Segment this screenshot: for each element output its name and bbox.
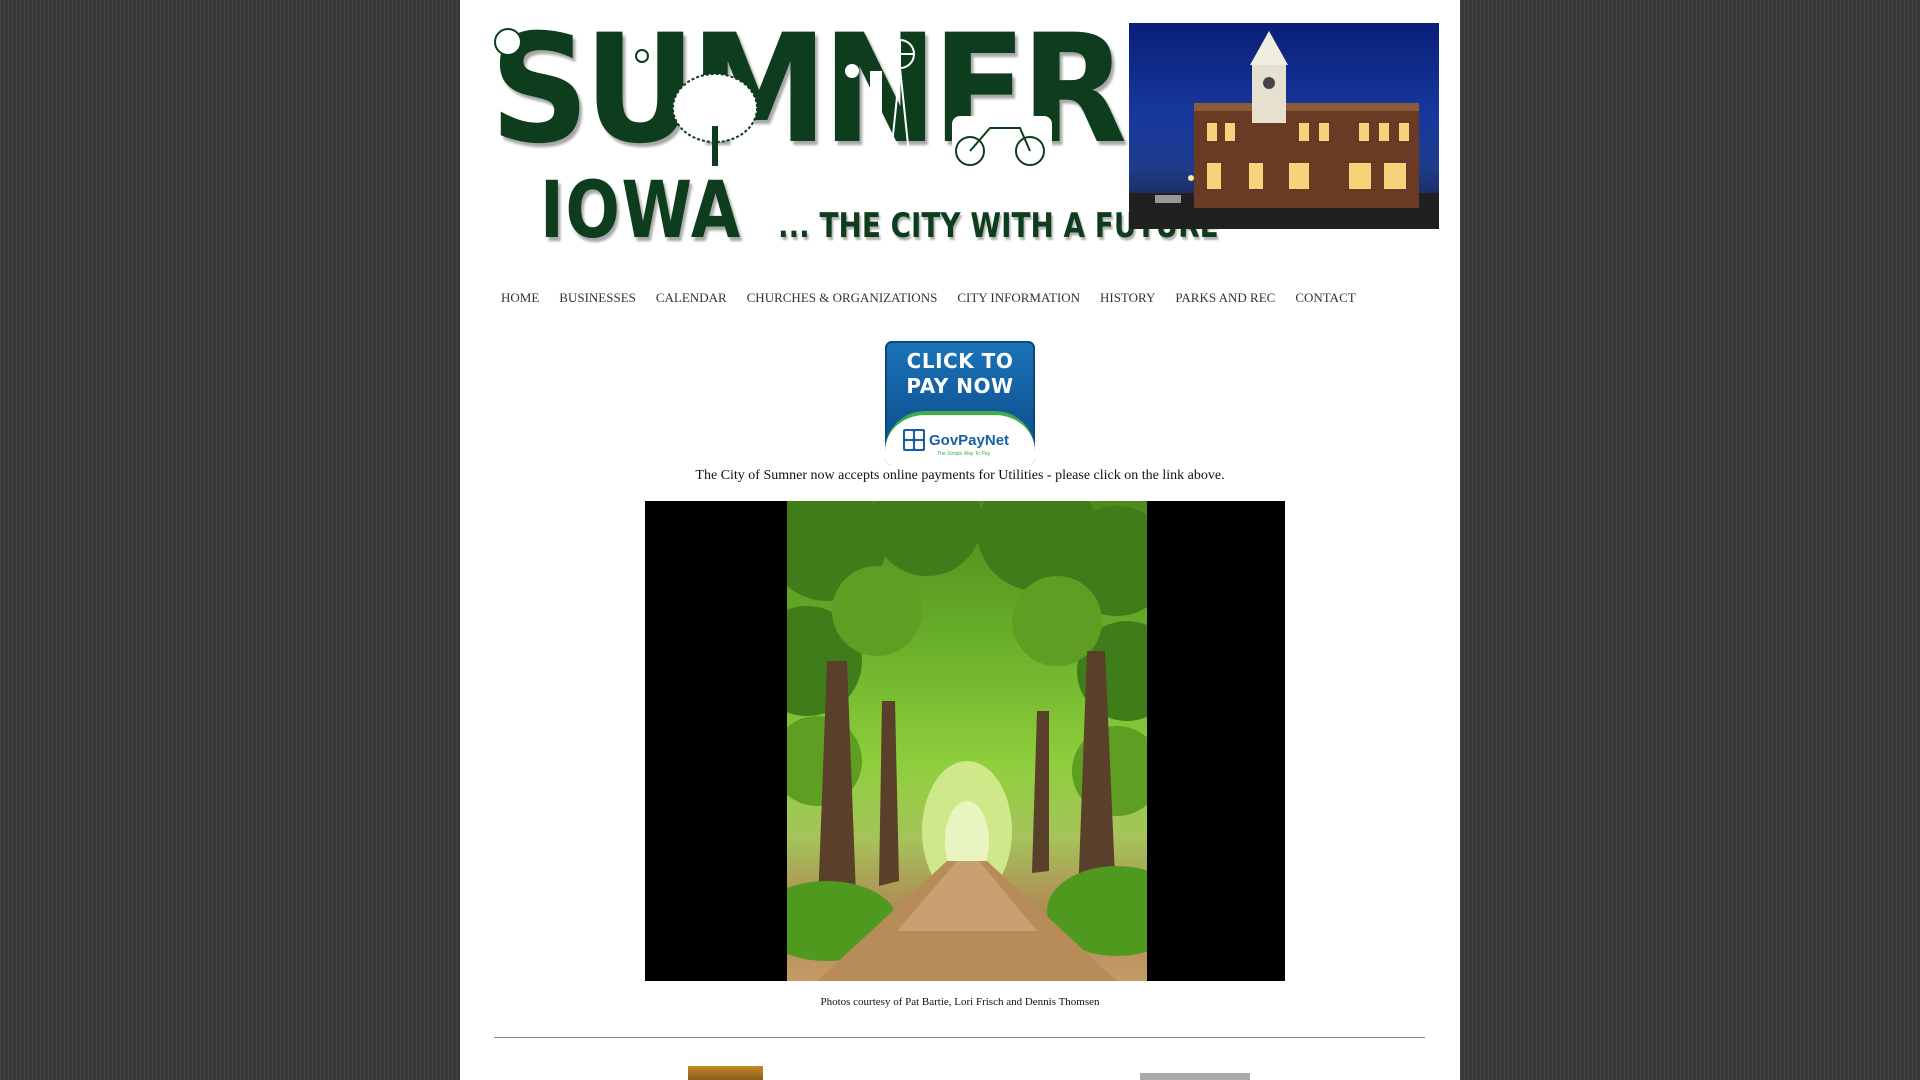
photo-slideshow[interactable]	[645, 501, 1285, 981]
header-photo-city-hall	[1129, 23, 1439, 229]
main-nav: HOME BUSINESSES CALENDAR CHURCHES & ORGA…	[501, 288, 1376, 308]
bicycle-icon	[952, 116, 1052, 171]
bottom-image-left	[688, 1066, 763, 1080]
section-divider	[494, 1037, 1425, 1038]
slide-photo-trail	[787, 501, 1147, 981]
nav-item-history[interactable]: HISTORY	[1100, 288, 1155, 308]
govpaynet-mark-icon	[903, 429, 925, 451]
logo-decorations	[494, 28, 1052, 171]
windmill-icon	[885, 39, 915, 165]
govpaynet-logo: GovPayNet	[903, 429, 1009, 451]
govpaynet-logo-band: GovPayNet The Simple Way To Pay	[885, 411, 1035, 465]
nav-item-parks-and-rec[interactable]: PARKS AND REC	[1175, 288, 1275, 308]
logo-tagline: ... THE CITY WITH A FUTURE	[778, 206, 1219, 246]
nav-item-contact[interactable]: CONTACT	[1295, 288, 1355, 308]
page-container: SUMNER IOWA ... THE CITY WITH A FUTURE H…	[460, 0, 1460, 1080]
tree-trail-illustration	[787, 501, 1147, 981]
golfer-icon	[845, 64, 882, 166]
pay-now-line-2: PAY NOW	[906, 374, 1014, 398]
bottom-image-right	[1140, 1073, 1250, 1080]
city-hall-illustration	[1129, 31, 1439, 229]
clock-tower-icon	[632, 34, 652, 74]
pay-now-line-1: CLICK TO	[906, 349, 1014, 373]
tree-icon	[672, 73, 758, 166]
govpaynet-name: GovPayNet	[929, 431, 1010, 449]
nav-item-home[interactable]: HOME	[501, 288, 539, 308]
site-logo[interactable]: SUMNER IOWA ... THE CITY WITH A FUTURE	[490, 10, 1219, 256]
pay-now-button[interactable]: CLICK TO PAY NOW GovPayNet The Simple Wa…	[885, 341, 1035, 465]
sun-icon	[494, 28, 522, 56]
logo-subtitle: IOWA	[540, 166, 742, 256]
payment-caption: The City of Sumner now accepts online pa…	[695, 468, 1225, 483]
nav-item-city-information[interactable]: CITY INFORMATION	[957, 288, 1080, 308]
nav-item-calendar[interactable]: CALENDAR	[656, 288, 727, 308]
nav-item-churches-organizations[interactable]: CHURCHES & ORGANIZATIONS	[747, 288, 938, 308]
photo-credit: Photos courtesy of Pat Bartie, Lori Fris…	[820, 996, 1100, 1008]
govpaynet-tagline: The Simple Way To Pay	[937, 451, 991, 457]
pay-now-label: CLICK TO PAY NOW	[885, 349, 1035, 399]
nav-item-businesses[interactable]: BUSINESSES	[559, 288, 636, 308]
